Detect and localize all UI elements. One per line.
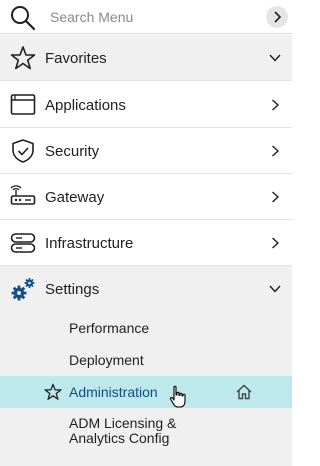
nav-item-label: Settings	[45, 281, 100, 298]
chevron-right-icon[interactable]	[268, 144, 282, 158]
server-icon	[10, 230, 36, 256]
nav-item-security[interactable]: Security	[0, 128, 292, 174]
submenu-item-label: Administration	[69, 384, 158, 400]
submenu-item-adm-licensing[interactable]: ADM Licensing & Analytics Config	[0, 408, 292, 466]
nav-item-label: Applications	[45, 97, 126, 114]
nav-item-label: Security	[45, 143, 100, 160]
nav-item-label: Gateway	[45, 189, 105, 206]
chevron-right-icon[interactable]	[268, 236, 282, 250]
star-icon	[10, 45, 36, 71]
submenu-item-label-line2: Analytics Config	[69, 430, 170, 446]
nav-item-infrastructure[interactable]: Infrastructure	[0, 220, 292, 266]
chevron-down-icon[interactable]	[268, 51, 282, 65]
search-icon[interactable]	[10, 5, 36, 31]
chevron-down-icon[interactable]	[268, 282, 282, 296]
submenu-item-performance[interactable]: Performance	[0, 312, 292, 344]
nav-item-settings[interactable]: Settings	[0, 266, 292, 312]
star-icon[interactable]	[44, 383, 62, 401]
submenu-item-label-line1: ADM Licensing &	[69, 415, 177, 431]
search-bar: Search Menu	[0, 0, 292, 34]
submenu-item-label: Performance	[69, 320, 150, 336]
nav-item-applications[interactable]: Applications	[0, 82, 292, 128]
nav-item-gateway[interactable]: Gateway	[0, 174, 292, 220]
home-icon[interactable]	[236, 384, 252, 400]
hand-cursor-icon	[168, 385, 188, 409]
window-icon	[10, 92, 36, 118]
submenu-item-label: Deployment	[69, 352, 144, 368]
search-go-button[interactable]	[266, 6, 288, 28]
chevron-right-icon[interactable]	[268, 190, 282, 204]
nav-item-label: Infrastructure	[45, 235, 134, 252]
submenu-item-deployment[interactable]: Deployment	[0, 344, 292, 376]
nav-item-favorites[interactable]: Favorites	[0, 35, 292, 81]
nav-item-label: Favorites	[45, 50, 107, 67]
shield-icon	[10, 138, 36, 164]
gears-icon	[10, 276, 36, 302]
search-input[interactable]: Search Menu	[50, 9, 133, 25]
gateway-icon	[10, 184, 36, 210]
submenu-item-administration[interactable]: Administration	[0, 376, 292, 408]
chevron-right-icon[interactable]	[268, 98, 282, 112]
